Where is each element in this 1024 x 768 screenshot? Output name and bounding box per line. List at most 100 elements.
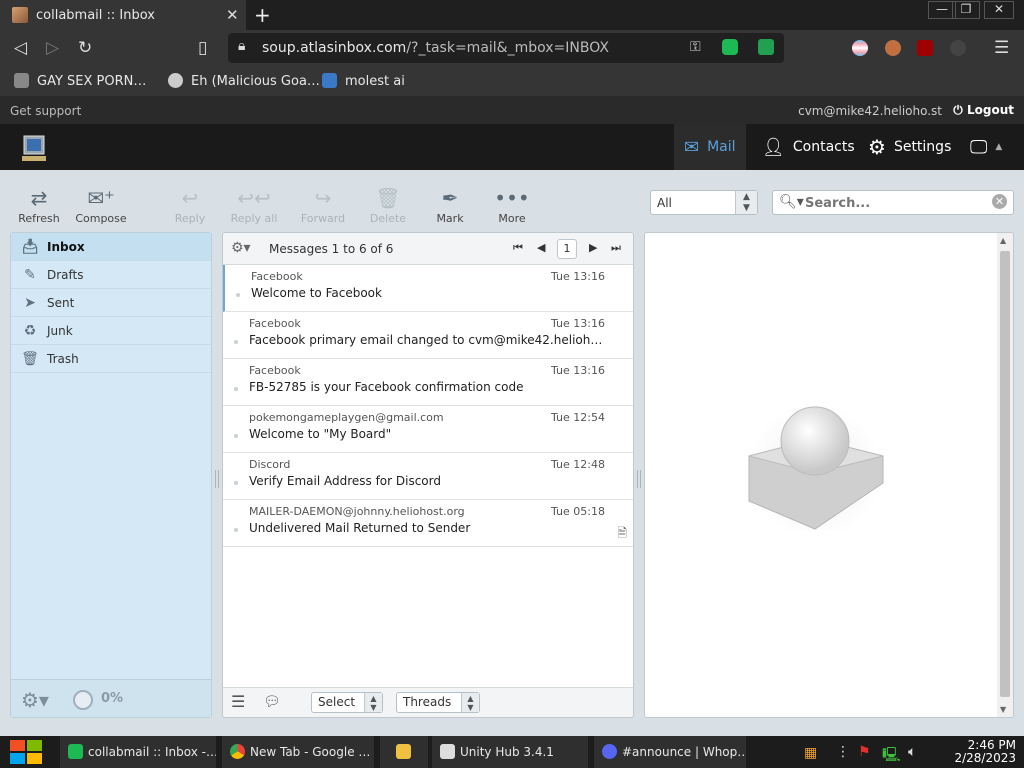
- mail-icon: ✉: [684, 136, 700, 158]
- globe-icon: [168, 73, 183, 88]
- refresh-button[interactable]: ⇄ Refresh: [11, 184, 67, 225]
- list-view-icon[interactable]: ☰: [231, 692, 245, 711]
- splitter-handle[interactable]: [637, 470, 641, 488]
- extension-green-icon[interactable]: [722, 39, 738, 55]
- select-dropdown[interactable]: Select ▲ ▼: [311, 692, 383, 713]
- unread-dot-icon[interactable]: [234, 340, 238, 344]
- taskbar-item[interactable]: #announce | Whop…: [594, 736, 746, 768]
- reply-button[interactable]: ↩ Reply: [162, 184, 218, 225]
- nav-mail[interactable]: ✉ Mail: [674, 124, 746, 170]
- bookmark-item[interactable]: molest ai: [322, 73, 405, 89]
- splitter-handle[interactable]: [215, 470, 219, 488]
- search-icon[interactable]: 🔍︎▾: [779, 194, 804, 210]
- forward-button[interactable]: ↪ Forward: [295, 184, 351, 225]
- mark-button[interactable]: ✒ Mark: [422, 184, 478, 225]
- taskbar-item[interactable]: Unity Hub 3.4.1: [432, 736, 588, 768]
- reply-all-icon: ↩↩: [237, 186, 271, 210]
- shield-extension-icon[interactable]: [758, 39, 774, 55]
- search-input[interactable]: [805, 194, 985, 212]
- bookmark-item[interactable]: GAY SEX PORN…: [14, 73, 146, 89]
- filter-select[interactable]: All ▲ ▼: [650, 190, 758, 215]
- sent-icon: ➤: [24, 295, 36, 311]
- unread-dot-icon[interactable]: [234, 481, 238, 485]
- chrome-icon: [230, 744, 245, 759]
- delete-button[interactable]: 🗑︎ Delete: [360, 184, 416, 225]
- message-row[interactable]: pokemongameplaygen@gmail.com Tue 12:54 W…: [223, 406, 633, 453]
- taskbar-item[interactable]: [380, 736, 428, 768]
- reload-icon[interactable]: ↻: [78, 38, 92, 58]
- taskbar-item[interactable]: collabmail :: Inbox -…: [60, 736, 216, 768]
- monitor-icon: 🖵︎: [970, 136, 988, 158]
- last-page-icon[interactable]: ⏭: [611, 241, 621, 255]
- next-page-icon[interactable]: ▶: [589, 241, 597, 254]
- bookmark-item[interactable]: Eh (Malicious Goa…: [168, 73, 320, 89]
- taskbar-item[interactable]: New Tab - Google …: [222, 736, 374, 768]
- nav-contacts[interactable]: 👤︎ Contacts: [752, 124, 865, 170]
- folder-icon: [396, 744, 411, 759]
- message-row[interactable]: Facebook Tue 13:16 Facebook primary emai…: [223, 312, 633, 359]
- bookmark-icon[interactable]: ▯: [198, 38, 207, 58]
- restore-icon[interactable]: ❐: [952, 1, 980, 19]
- list-options-gear-icon[interactable]: ⚙▾: [231, 240, 251, 256]
- scroll-thumb[interactable]: [1000, 251, 1010, 697]
- unread-dot-icon[interactable]: [236, 293, 240, 297]
- keyboard-tray-icon[interactable]: ▦: [804, 745, 817, 761]
- prev-page-icon[interactable]: ◀: [537, 241, 545, 254]
- back-icon[interactable]: ◁: [14, 38, 27, 58]
- browser-tab-active[interactable]: collabmail :: Inbox ✕: [0, 0, 246, 30]
- volume-tray-icon[interactable]: 🔈︎: [908, 744, 916, 760]
- scroll-down-icon[interactable]: ▼: [1000, 705, 1006, 714]
- bookmark-favicon-icon: [14, 73, 29, 88]
- more-button[interactable]: ••• More: [484, 184, 540, 225]
- threads-dropdown[interactable]: Threads ▲ ▼: [396, 692, 480, 713]
- mail-app: ⇄ Refresh ✉⁺ Compose ↩ Reply ↩↩ Reply all ↪ F…: [0, 170, 1024, 736]
- support-link[interactable]: Get support: [10, 104, 81, 118]
- folder-drafts[interactable]: ✎ Drafts: [11, 261, 211, 289]
- network-tray-icon[interactable]: 🖳︎: [882, 744, 901, 768]
- more-tray-icon[interactable]: ⋮: [836, 744, 850, 760]
- junk-icon: ♻: [23, 323, 37, 339]
- preview-scrollbar[interactable]: ▲ ▼: [997, 233, 1013, 717]
- system-clock[interactable]: 2:46 PM 2/28/2023: [954, 739, 1016, 765]
- reply-all-button[interactable]: ↩↩ Reply all: [226, 184, 282, 225]
- address-bar[interactable]: 🔒︎ soup.atlasinbox.com/?_task=mail&_mbox…: [228, 33, 784, 63]
- menu-icon[interactable]: ☰: [994, 38, 1009, 58]
- compose-button[interactable]: ✉⁺ Compose: [73, 184, 129, 225]
- folder-options-gear-icon[interactable]: ⚙▾: [21, 688, 49, 712]
- reply-icon: ↩: [181, 186, 199, 210]
- tab-close-icon[interactable]: ✕: [226, 6, 239, 24]
- message-row[interactable]: Facebook Tue 13:16 FB-52785 is your Face…: [223, 359, 633, 406]
- unread-dot-icon[interactable]: [234, 528, 238, 532]
- folder-inbox[interactable]: 📥︎ Inbox: [11, 233, 211, 261]
- folder-sent[interactable]: ➤ Sent: [11, 289, 211, 317]
- attachment-report-icon: 🗎: [617, 526, 627, 540]
- extension-gray-icon[interactable]: [950, 40, 966, 56]
- unread-dot-icon[interactable]: [234, 434, 238, 438]
- logout-button[interactable]: ⏻ Logout: [953, 103, 1014, 118]
- trash-icon: 🗑︎: [375, 186, 401, 210]
- avatar-extension-icon[interactable]: [885, 40, 901, 56]
- compose-icon: ✉⁺: [87, 186, 115, 210]
- ublock-icon[interactable]: [917, 40, 933, 56]
- scroll-up-icon[interactable]: ▲: [1000, 236, 1006, 245]
- threads-view-icon[interactable]: 💬︎: [263, 694, 281, 710]
- nav-display[interactable]: 🖵︎ ▲: [960, 124, 1012, 170]
- unread-dot-icon[interactable]: [234, 387, 238, 391]
- page-number[interactable]: 1: [557, 239, 577, 259]
- window-close-icon[interactable]: ✕: [984, 1, 1014, 19]
- folder-trash[interactable]: 🗑︎ Trash: [11, 345, 211, 373]
- gear-icon: ⚙: [868, 135, 886, 159]
- nav-settings[interactable]: ⚙ Settings: [858, 124, 961, 170]
- message-row[interactable]: Discord Tue 12:48 Verify Email Address f…: [223, 453, 633, 500]
- first-page-icon[interactable]: ⏮: [513, 241, 523, 255]
- windows-start-icon[interactable]: [8, 739, 44, 765]
- message-row[interactable]: Facebook Tue 13:16 Welcome to Facebook: [223, 265, 633, 312]
- flag-tray-icon[interactable]: ⚑: [858, 744, 871, 760]
- flag-extension-icon[interactable]: [852, 40, 868, 56]
- new-tab-icon[interactable]: +: [254, 3, 271, 27]
- message-row[interactable]: MAILER-DAEMON@johnny.heliohost.org Tue 0…: [223, 500, 633, 547]
- key-icon[interactable]: ⚿: [690, 39, 701, 55]
- folder-junk[interactable]: ♻ Junk: [11, 317, 211, 345]
- clear-search-icon[interactable]: ✕: [992, 194, 1007, 209]
- forward-icon[interactable]: ▷: [46, 38, 59, 58]
